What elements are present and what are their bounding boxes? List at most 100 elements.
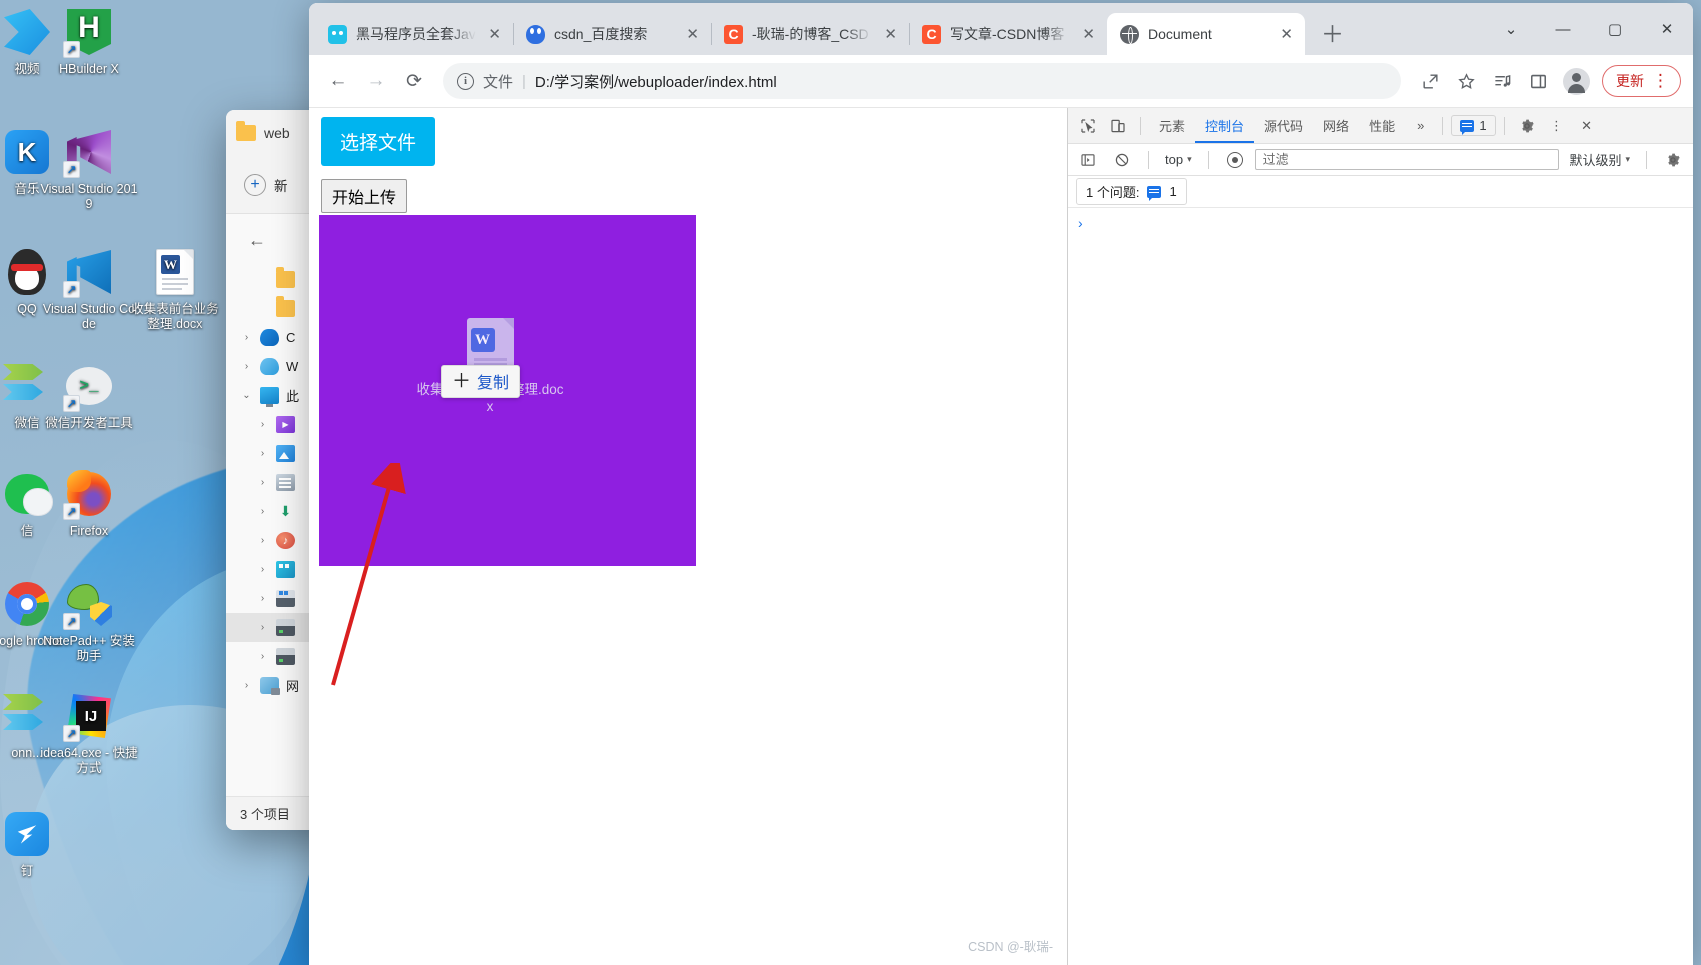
tab-title: csdn_百度搜索 (554, 26, 648, 42)
drive-icon (276, 648, 295, 665)
chevron-icon[interactable]: › (256, 622, 269, 633)
inspect-element-icon[interactable] (1074, 113, 1102, 139)
browser-tabstrip[interactable]: 黑马程序员全套Jav ✕ csdn_百度搜索 ✕ C -耿瑞-的博客_CSD ✕ C 写文章-C… (309, 3, 1693, 55)
message-count-badge[interactable]: 1 (1451, 115, 1496, 136)
start-upload-button[interactable]: 开始上传 (321, 179, 408, 213)
window-controls[interactable]: ⌄ — ▢ ✕ (1485, 3, 1693, 55)
devtools-tab[interactable]: 控制台 (1195, 108, 1254, 143)
reload-button[interactable]: ⟳ (397, 64, 431, 98)
live-expression-eye-icon[interactable] (1221, 147, 1249, 173)
desktop-icon[interactable]: NotePad++ 安装助手 (40, 580, 138, 664)
devtools-panel[interactable]: 元素 控制台 源代码 网络 性能 » 1 ⋮ ✕ top ▾ 过滤 默认级别 ▾… (1067, 108, 1693, 965)
desktop-icon[interactable]: Firefox (40, 470, 138, 539)
chevron-icon[interactable]: › (256, 564, 269, 575)
browser-tab[interactable]: 黑马程序员全套Jav ✕ (315, 13, 514, 55)
desktop-icon (276, 561, 295, 578)
pic-icon (276, 445, 295, 462)
desktop-icon[interactable]: W 收集表前台业务整理.docx (126, 248, 224, 332)
devtools-tab[interactable]: 元素 (1149, 108, 1195, 143)
browser-toolbar[interactable]: ← → ⟳ i 文件 | D:/学习案例/webuploader/index.h… (309, 55, 1693, 107)
side-panel-icon[interactable] (1521, 64, 1555, 98)
desktop-icon[interactable]: Visual Studio Code (40, 248, 138, 332)
chevron-icon[interactable]: › (256, 593, 269, 604)
device-toolbar-icon[interactable] (1104, 113, 1132, 139)
gear-icon[interactable] (1513, 113, 1541, 139)
chevron-icon[interactable]: › (256, 419, 269, 430)
console-settings-gear-icon[interactable] (1659, 147, 1687, 173)
chevron-icon[interactable]: › (240, 680, 253, 691)
chevron-icon[interactable]: › (256, 477, 269, 488)
chevron-icon[interactable]: ⌄ (240, 390, 253, 401)
devtools-overflow-button[interactable]: » (1407, 108, 1434, 143)
divider (1646, 150, 1647, 169)
new-item-button[interactable]: + 新 (244, 173, 288, 196)
message-bubble-icon (1147, 185, 1162, 201)
console-output-area[interactable]: › (1068, 208, 1693, 965)
log-level-label: 默认级别 (1569, 153, 1622, 168)
share-icon[interactable] (1413, 64, 1447, 98)
issue-chip[interactable]: 1 个问题: 1 (1076, 178, 1187, 205)
desktop-icon[interactable]: >_ 微信开发者工具 (40, 362, 138, 431)
console-toolbar[interactable]: top ▾ 默认级别 ▾ (1068, 144, 1693, 176)
onedrive-l-icon (260, 358, 279, 375)
address-bar[interactable]: i 文件 | D:/学习案例/webuploader/index.html (443, 63, 1401, 99)
chrome-browser-window[interactable]: 黑马程序员全套Jav ✕ csdn_百度搜索 ✕ C -耿瑞-的博客_CSD ✕ C 写文章-C… (309, 3, 1693, 965)
desktop-icon[interactable]: Visual Studio 2019 (40, 128, 138, 212)
chevron-icon[interactable]: › (240, 361, 253, 372)
tab-close-icon[interactable]: ✕ (485, 24, 504, 45)
clear-console-icon[interactable] (1108, 147, 1136, 173)
bookmark-star-icon[interactable] (1449, 64, 1483, 98)
plus-icon: + (244, 173, 266, 196)
chevron-icon[interactable]: › (256, 651, 269, 662)
issues-count: 1 (1169, 184, 1177, 199)
tab-close-icon[interactable]: ✕ (1277, 24, 1296, 45)
chevron-icon[interactable]: › (240, 332, 253, 343)
explorer-nav-label: W (286, 359, 299, 374)
devtools-tab-label: 源代码 (1264, 119, 1304, 134)
tab-search-icon[interactable]: ⌄ (1485, 3, 1537, 55)
down-icon (276, 503, 295, 520)
desktop-icon[interactable]: IJ idea64.exe - 快捷方式 (40, 692, 138, 776)
update-button[interactable]: 更新 ⋮ (1602, 65, 1681, 97)
maximize-button[interactable]: ▢ (1589, 3, 1641, 55)
browser-tab[interactable]: csdn_百度搜索 ✕ (513, 13, 712, 55)
back-button[interactable]: ← (321, 64, 355, 98)
close-window-button[interactable]: ✕ (1641, 3, 1693, 55)
file-dropzone[interactable]: W 收集表前台业务整理.docx ＋ 复制 (319, 215, 696, 566)
tab-close-icon[interactable]: ✕ (683, 24, 702, 45)
desktop-icon[interactable]: 钉 (0, 810, 76, 879)
new-tab-button[interactable]: ＋ (1313, 21, 1352, 48)
devtools-tab[interactable]: 性能 (1359, 108, 1405, 143)
devtools-tab[interactable]: 网络 (1313, 108, 1359, 143)
item-count: 3 个项目 (240, 807, 290, 822)
tab-close-icon[interactable]: ✕ (1079, 24, 1098, 45)
execution-context-dropdown[interactable]: top ▾ (1161, 152, 1196, 167)
tab-close-icon[interactable]: ✕ (881, 24, 900, 45)
profile-avatar[interactable] (1563, 67, 1590, 95)
devtools-close-icon[interactable]: ✕ (1573, 113, 1601, 139)
console-filter-input[interactable] (1254, 149, 1560, 170)
browser-tab[interactable]: C -耿瑞-的博客_CSD ✕ (711, 13, 910, 55)
chrome-menu-icon[interactable]: ⋮ (1652, 72, 1669, 89)
browser-tab[interactable]: Document ✕ (1107, 13, 1305, 55)
forward-button[interactable]: → (359, 64, 393, 98)
console-sidebar-toggle-icon[interactable] (1074, 147, 1102, 173)
issues-bar[interactable]: 1 个问题: 1 (1068, 176, 1693, 208)
minimize-button[interactable]: — (1537, 3, 1589, 55)
devtools-tab-label: 元素 (1159, 119, 1186, 134)
site-info-icon[interactable]: i (457, 72, 474, 90)
desktop-icon-label: HBuilder X (59, 62, 119, 76)
devtools-tab[interactable]: 源代码 (1254, 108, 1313, 143)
chevron-icon[interactable]: › (256, 506, 269, 517)
shortcut-overlay-icon (63, 281, 80, 298)
chevron-icon[interactable]: › (256, 535, 269, 546)
desktop-icon[interactable]: H HBuilder X (40, 8, 138, 77)
devtools-tabbar[interactable]: 元素 控制台 源代码 网络 性能 » 1 ⋮ ✕ (1068, 108, 1693, 144)
chevron-icon[interactable]: › (256, 448, 269, 459)
browser-tab[interactable]: C 写文章-CSDN博客 ✕ (909, 13, 1108, 55)
playlist-icon[interactable] (1485, 64, 1519, 98)
log-level-dropdown[interactable]: 默认级别 ▾ (1565, 150, 1634, 169)
devtools-more-icon[interactable]: ⋮ (1543, 113, 1571, 139)
select-file-button[interactable]: 选择文件 (321, 117, 436, 166)
folder-icon (276, 267, 295, 288)
